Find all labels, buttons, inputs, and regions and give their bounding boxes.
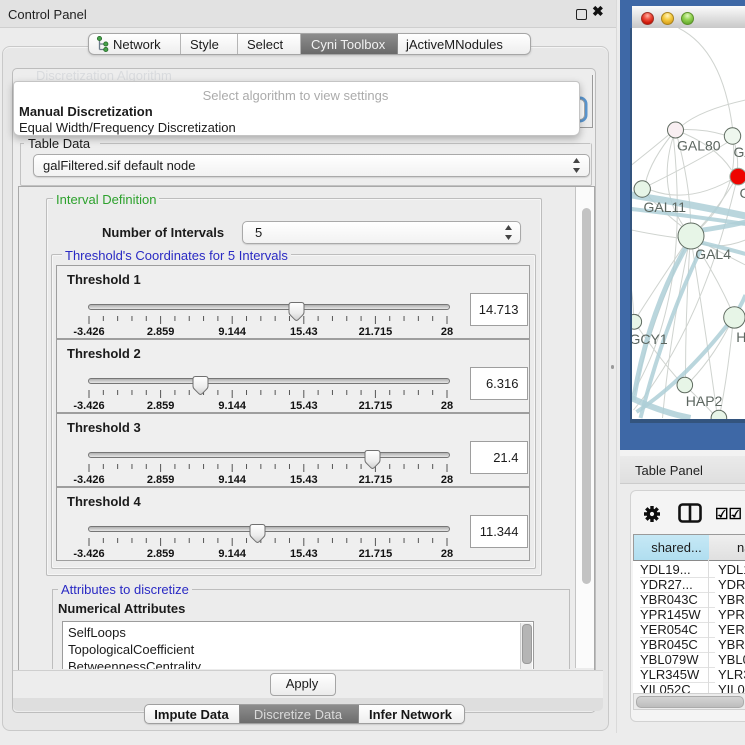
svg-text:H: H (736, 329, 745, 345)
svg-text:GA: GA (734, 144, 745, 160)
svg-text:C: C (740, 185, 745, 201)
svg-text:GAL4: GAL4 (695, 246, 731, 262)
svg-text:GAL11: GAL11 (644, 199, 687, 215)
svg-text:GAL80: GAL80 (677, 138, 721, 154)
svg-text:HAP2: HAP2 (686, 393, 723, 409)
svg-text:GCY1: GCY1 (632, 331, 668, 347)
